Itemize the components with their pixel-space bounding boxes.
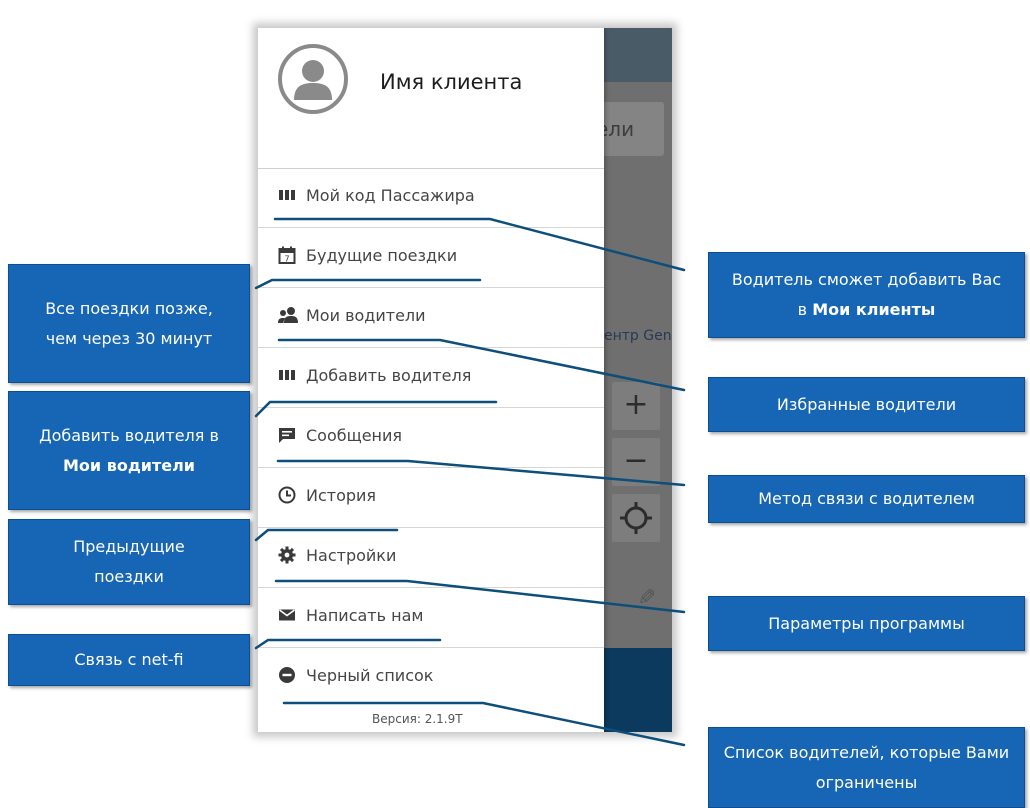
menu-item-settings[interactable]: Настройки xyxy=(258,528,604,588)
callout-history: Предыдущие поездки xyxy=(8,519,250,605)
menu-item-label: Будущие поездки xyxy=(306,246,458,265)
envelope-icon xyxy=(278,606,296,624)
client-name: Имя клиента xyxy=(380,70,523,94)
minus-circle-icon xyxy=(278,666,296,684)
callout-settings: Параметры программы xyxy=(708,596,1025,651)
menu-item-add-driver[interactable]: Добавить водителя xyxy=(258,348,604,408)
callout-my-drivers: Избранные водители xyxy=(708,377,1025,432)
menu-item-label: Сообщения xyxy=(306,426,403,445)
locate-button xyxy=(612,494,660,542)
phone-screen: ели ентр Gens + − ✎ Имя клиента Мой код … xyxy=(258,28,672,732)
calendar-icon: 7 xyxy=(278,246,296,264)
menu-item-label: Написать нам xyxy=(306,606,424,625)
menu-item-contact-us[interactable]: Написать нам xyxy=(258,588,604,648)
menu-item-label: История xyxy=(306,486,377,505)
barcode-icon xyxy=(278,366,296,384)
gear-icon xyxy=(278,546,296,564)
message-icon xyxy=(278,426,296,444)
menu-item-history[interactable]: История xyxy=(258,468,604,528)
menu-item-label: Мой код Пассажира xyxy=(306,186,475,205)
navigation-drawer: Имя клиента Мой код Пассажира 7 Будущие … xyxy=(258,28,604,732)
callout-text: Добавить водителя в xyxy=(39,425,219,445)
callout-bold-text: Мои водители xyxy=(63,455,195,475)
menu-item-label: Мои водители xyxy=(306,306,426,325)
crosshair-icon xyxy=(620,502,652,534)
background-map-label: ентр Gens xyxy=(604,328,672,344)
background-chip: ели xyxy=(594,102,664,156)
callout-contact-us: Связь с net-fi xyxy=(8,634,250,686)
menu-item-label: Черный список xyxy=(306,666,434,685)
callout-future-trips: Все поездки позже, чем через 30 минут xyxy=(8,264,250,383)
menu-item-passenger-code[interactable]: Мой код Пассажира xyxy=(258,168,604,228)
menu-item-label: Настройки xyxy=(306,546,397,565)
drawer-header: Имя клиента xyxy=(258,28,604,169)
menu-item-future-trips[interactable]: 7 Будущие поездки xyxy=(258,228,604,288)
callout-messages: Метод связи с водителем xyxy=(708,475,1025,523)
clock-icon xyxy=(278,486,296,504)
menu-item-label: Добавить водителя xyxy=(306,366,472,385)
callout-blacklist: Список водителей, которые Вами ограничен… xyxy=(708,727,1025,808)
pencil-icon: ✎ xyxy=(632,587,658,606)
svg-text:7: 7 xyxy=(284,255,289,264)
avatar[interactable] xyxy=(278,44,348,114)
menu-item-blacklist[interactable]: Черный список xyxy=(258,648,604,708)
menu-item-my-drivers[interactable]: Мои водители xyxy=(258,288,604,348)
barcode-icon xyxy=(278,186,296,204)
people-icon xyxy=(278,306,298,324)
callout-bold-text: Мои клиенты xyxy=(812,300,936,319)
callout-add-driver: Добавить водителя в Мои водители xyxy=(8,391,250,510)
zoom-in-button: + xyxy=(612,382,660,430)
zoom-out-button: − xyxy=(612,438,660,486)
callout-passenger-code: Водитель сможет добавить Вас в Мои клиен… xyxy=(708,252,1025,338)
app-version: Версия: 2.1.9T xyxy=(372,712,463,726)
user-icon xyxy=(294,60,332,100)
menu-item-messages[interactable]: Сообщения xyxy=(258,408,604,468)
